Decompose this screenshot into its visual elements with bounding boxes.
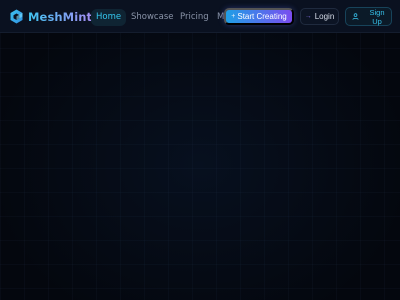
sign-up-label-line2: Up [372, 16, 382, 26]
start-creating-button[interactable]: + Start Creating [224, 8, 294, 25]
sign-up-label: Sign Up [365, 8, 389, 26]
cube-logo-icon [10, 9, 23, 24]
nav-showcase[interactable]: Showcase [131, 9, 173, 26]
plus-icon: + [231, 13, 236, 20]
sign-up-label-line1: Sign [369, 7, 385, 17]
page: MeshMint Home Showcase Pricing M + Start… [0, 0, 400, 300]
top-navbar: MeshMint Home Showcase Pricing M + Start… [0, 0, 400, 33]
brand-name: MeshMint [28, 9, 93, 24]
login-label: Login [314, 12, 335, 21]
sign-up-button[interactable]: Sign Up [345, 7, 392, 26]
user-icon [352, 13, 359, 20]
brand-logo-link[interactable]: MeshMint [10, 8, 92, 25]
nav-home[interactable]: Home [91, 9, 127, 26]
start-creating-label: Start Creating [237, 12, 287, 21]
arrow-icon: → [304, 13, 312, 20]
login-button[interactable]: → Login [300, 8, 339, 25]
nav-pricing[interactable]: Pricing [180, 9, 209, 26]
